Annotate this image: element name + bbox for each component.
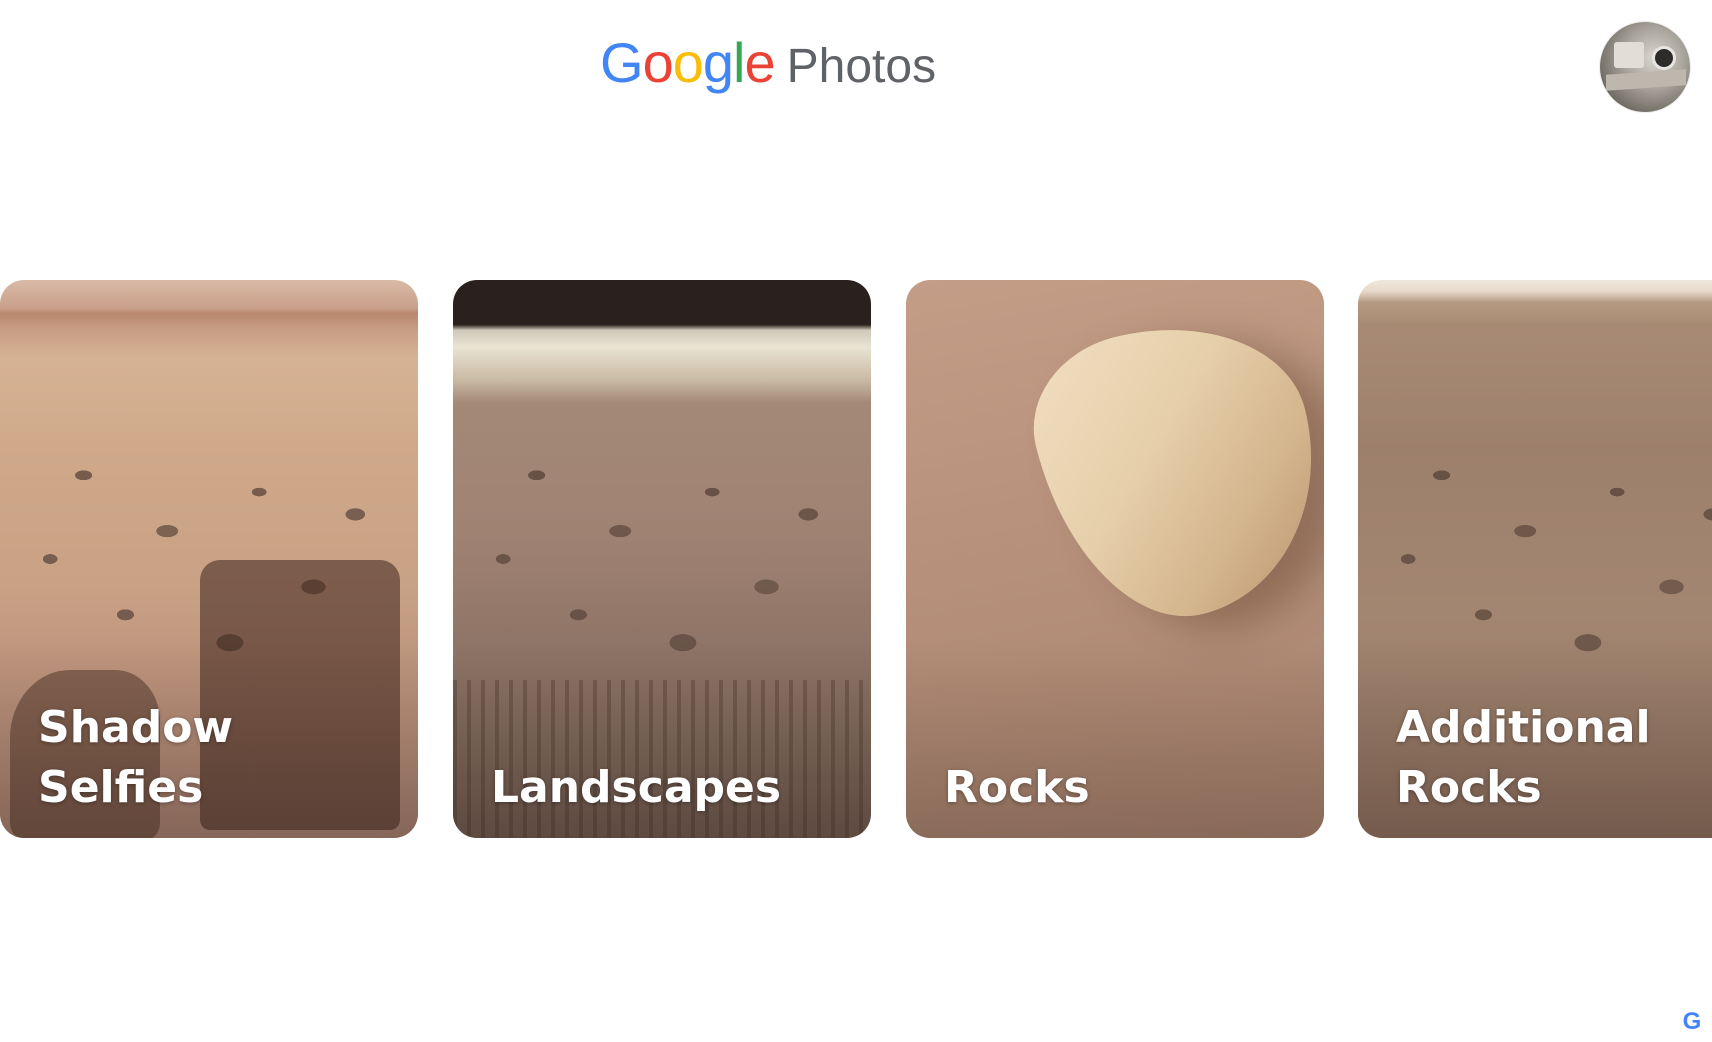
avatar-image-part: [1606, 69, 1686, 91]
google-photos-logo[interactable]: Google Photos: [600, 30, 936, 95]
logo-letter: G: [600, 31, 644, 94]
album-title: Shadow Selfies: [38, 702, 234, 813]
album-card-shadow-selfies[interactable]: Shadow Selfies: [0, 280, 418, 838]
album-card-additional-rocks[interactable]: Additional Rocks: [1358, 280, 1712, 838]
album-card-landscapes[interactable]: Landscapes: [453, 280, 871, 838]
logo-letter: l: [733, 31, 745, 94]
album-title: Additional Rocks: [1396, 702, 1651, 813]
album-card-rocks[interactable]: Rocks: [906, 280, 1324, 838]
google-wordmark: Google: [600, 30, 776, 95]
google-g-icon: G: [1682, 1008, 1702, 1035]
rock-image: [1014, 296, 1324, 644]
account-avatar[interactable]: [1600, 22, 1690, 112]
album-title: Landscapes: [491, 762, 782, 813]
logo-letter: g: [702, 31, 734, 94]
album-title: Rocks: [944, 762, 1090, 813]
logo-letter: o: [672, 31, 704, 94]
product-name: Photos: [786, 40, 937, 93]
google-photos-page: Google Photos Shadow Selfies Landscapes …: [0, 0, 1712, 1042]
avatar-image-part: [1614, 42, 1644, 68]
avatar-image-part: [1652, 46, 1676, 70]
logo-letter: e: [744, 31, 775, 94]
logo-letter: o: [642, 31, 674, 94]
